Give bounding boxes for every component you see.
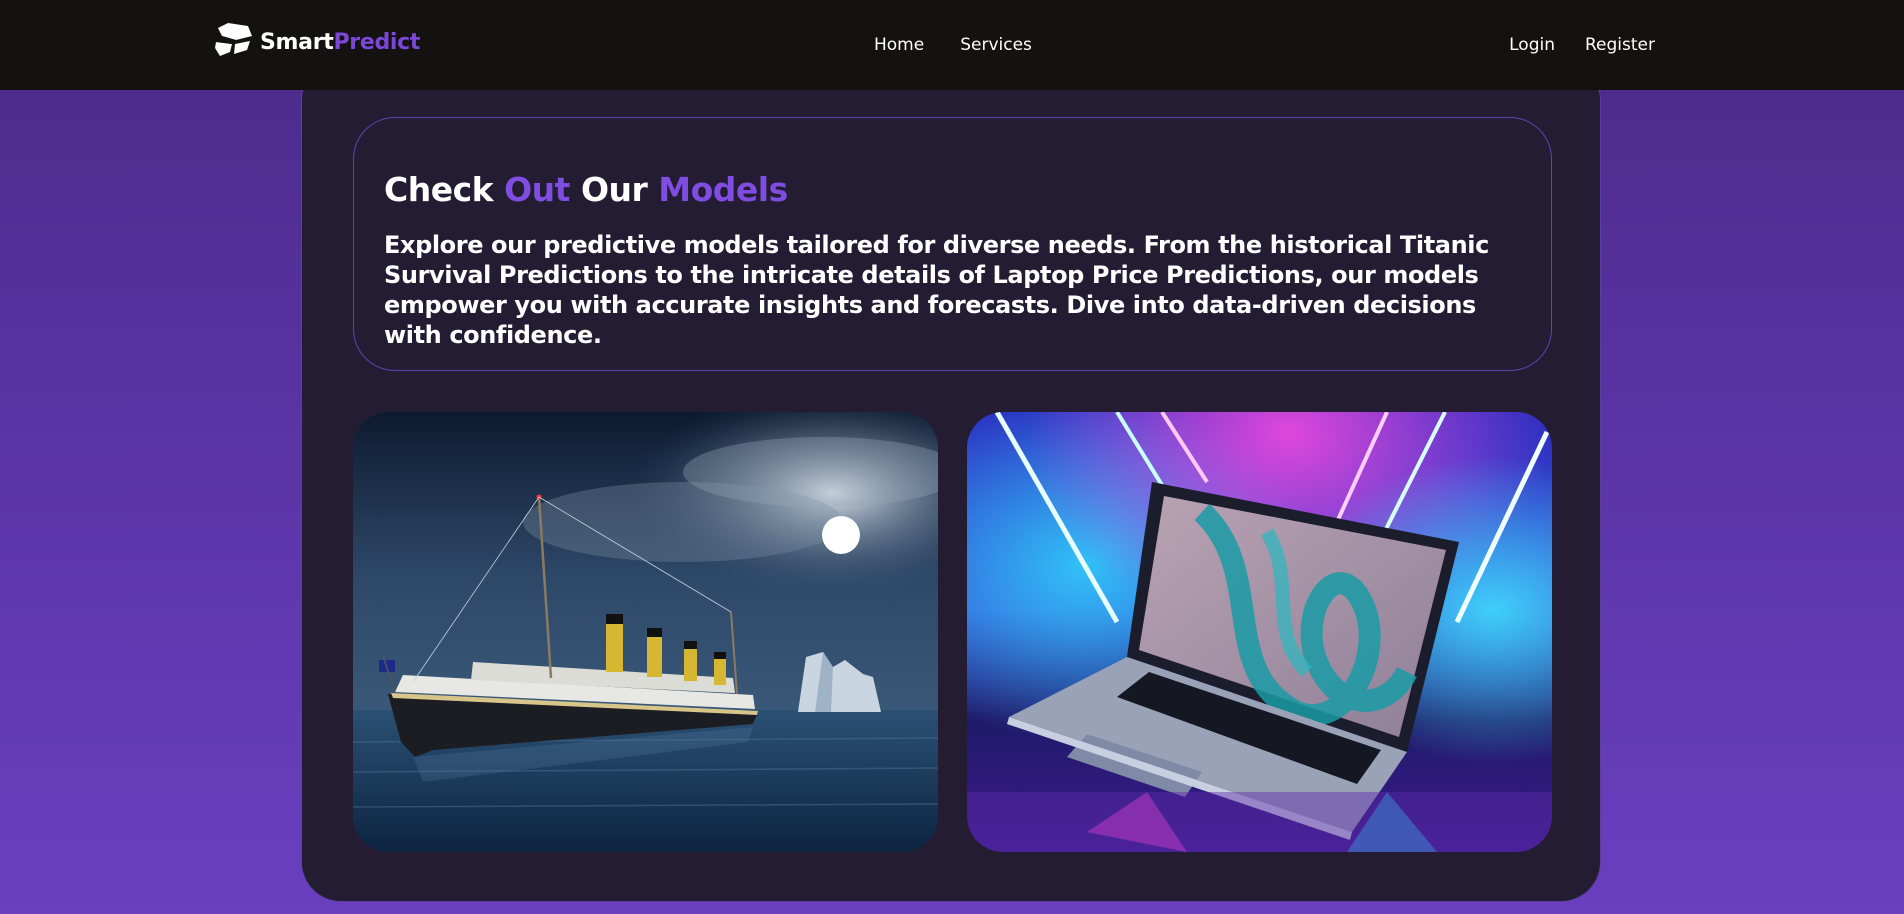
login-link[interactable]: Login xyxy=(1509,35,1555,55)
section-description: Explore our predictive models tailored f… xyxy=(384,231,1489,349)
titanic-model-card[interactable] xyxy=(353,412,938,852)
title-word-check: Check xyxy=(384,170,494,209)
section-title: Check Out Our Models xyxy=(384,170,788,209)
main-nav: Home Services xyxy=(874,0,1032,90)
navbar: SmartPredict Home Services Login Registe… xyxy=(0,0,1904,90)
laptop-model-card[interactable] xyxy=(967,412,1552,852)
brand-logo-icon xyxy=(214,22,254,62)
brand-logo-link[interactable]: SmartPredict xyxy=(214,22,420,62)
brand-name-predict: Predict xyxy=(333,29,421,55)
title-word-models: Models xyxy=(658,170,788,209)
title-word-our: Our xyxy=(580,170,648,209)
laptop-neon-image xyxy=(967,412,1552,852)
title-word-out: Out xyxy=(504,170,570,209)
brand-name: SmartPredict xyxy=(260,30,420,55)
intro-box: Check Out Our Models Explore our predict… xyxy=(353,117,1552,371)
register-link[interactable]: Register xyxy=(1585,35,1655,55)
nav-link-services[interactable]: Services xyxy=(960,35,1032,55)
brand-name-smart: Smart xyxy=(260,29,334,55)
titanic-ship-image xyxy=(353,412,938,852)
nav-link-home[interactable]: Home xyxy=(874,35,924,55)
auth-nav: Login Register xyxy=(1509,0,1655,90)
models-section: Check Out Our Models Explore our predict… xyxy=(301,60,1601,902)
